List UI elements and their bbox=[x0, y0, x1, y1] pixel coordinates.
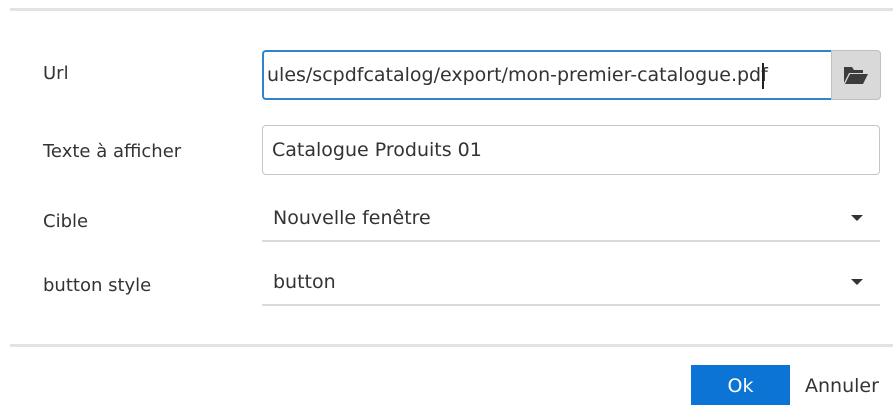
text-to-display-input[interactable]: Catalogue Produits 01 bbox=[262, 125, 880, 175]
folder-open-icon bbox=[844, 67, 868, 84]
target-select-value: Nouvelle fenêtre bbox=[273, 207, 431, 229]
target-label: Cible bbox=[43, 211, 89, 232]
bottom-divider bbox=[10, 344, 893, 347]
text-to-display-label: Texte à afficher bbox=[43, 141, 182, 162]
target-select[interactable]: Nouvelle fenêtre bbox=[262, 198, 880, 242]
button-style-select-value: button bbox=[273, 271, 336, 293]
ok-button[interactable]: Ok bbox=[691, 365, 790, 405]
chevron-down-icon bbox=[851, 279, 863, 285]
chevron-down-icon bbox=[851, 215, 863, 221]
button-style-select[interactable]: button bbox=[262, 262, 880, 306]
button-style-label: button style bbox=[43, 275, 152, 296]
cancel-button[interactable]: Annuler bbox=[796, 365, 893, 405]
top-divider bbox=[10, 8, 893, 11]
url-input-value: ules/scpdfcatalog/export/mon-premier-cat… bbox=[267, 64, 768, 86]
link-dialog: Url ules/scpdfcatalog/export/mon-premier… bbox=[0, 0, 893, 405]
url-label: Url bbox=[43, 63, 69, 84]
text-caret bbox=[761, 62, 764, 89]
url-input[interactable]: ules/scpdfcatalog/export/mon-premier-cat… bbox=[262, 50, 831, 100]
browse-button[interactable] bbox=[831, 50, 881, 100]
